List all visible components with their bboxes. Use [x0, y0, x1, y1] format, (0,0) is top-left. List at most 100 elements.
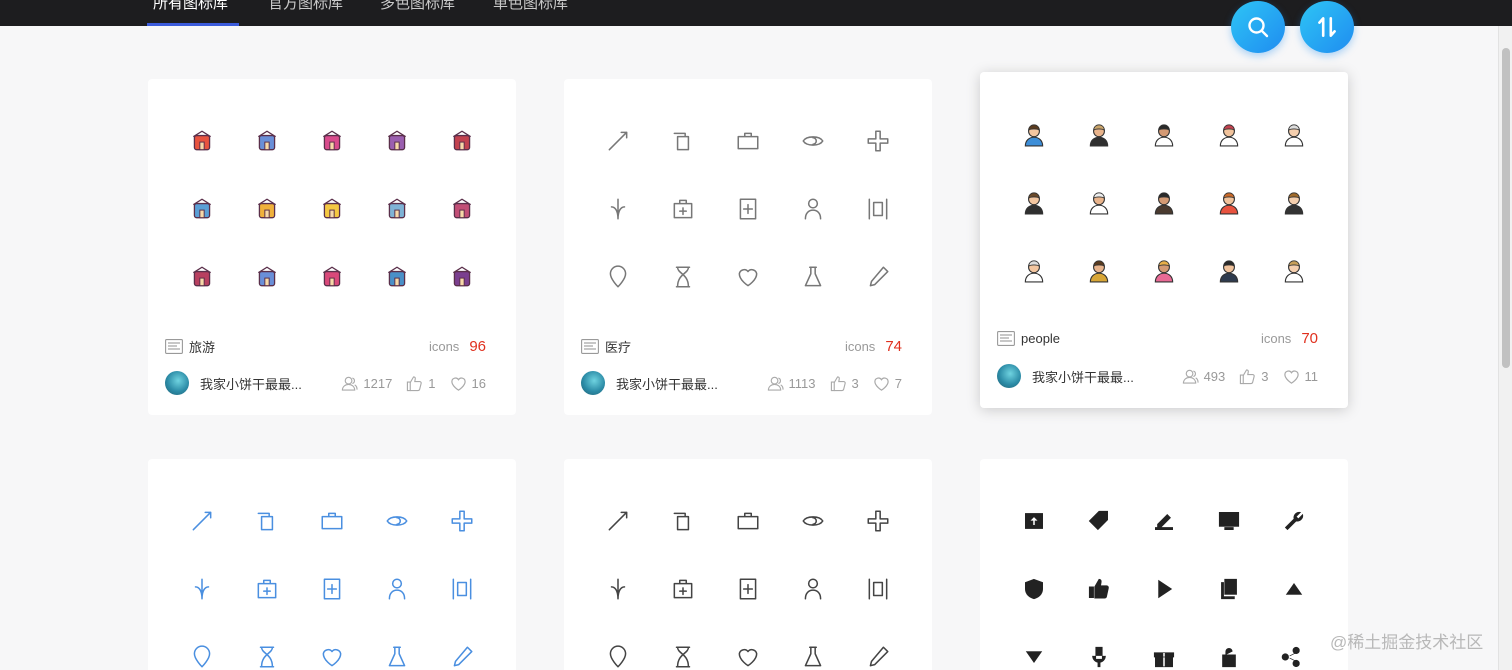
icon-cell[interactable]	[364, 243, 429, 311]
icon-cell[interactable]	[1002, 555, 1067, 623]
icon-cell[interactable]	[429, 623, 494, 670]
icon-cell[interactable]	[429, 487, 494, 555]
icon-cell[interactable]	[170, 175, 235, 243]
icon-cell[interactable]	[364, 623, 429, 670]
icon-cell[interactable]	[780, 243, 845, 311]
icon-cell[interactable]	[170, 555, 235, 623]
icon-cell[interactable]	[651, 623, 716, 670]
icon-cell[interactable]	[586, 175, 651, 243]
icon-cell[interactable]	[364, 107, 429, 175]
icon-cell[interactable]	[1261, 487, 1326, 555]
icon-cell[interactable]	[170, 623, 235, 670]
icon-cell[interactable]	[1261, 168, 1326, 236]
icon-cell[interactable]	[1196, 623, 1261, 670]
icon-cell[interactable]	[1196, 555, 1261, 623]
author-name[interactable]: 我家小饼干最最...	[1032, 367, 1134, 386]
favorites-stat[interactable]: 16	[450, 375, 486, 392]
icon-cell[interactable]	[586, 243, 651, 311]
icon-cell[interactable]	[586, 487, 651, 555]
icon-cell[interactable]	[235, 175, 300, 243]
icon-cell[interactable]	[1067, 555, 1132, 623]
icon-cell[interactable]	[586, 623, 651, 670]
icon-cell[interactable]	[170, 107, 235, 175]
library-name[interactable]: people	[1021, 331, 1060, 346]
icon-cell[interactable]	[1067, 168, 1132, 236]
library-name[interactable]: 医疗	[605, 337, 631, 356]
icon-cell[interactable]	[1261, 623, 1326, 670]
icon-cell[interactable]	[1132, 100, 1197, 168]
icon-cell[interactable]	[845, 555, 910, 623]
icon-cell[interactable]	[235, 243, 300, 311]
icon-cell[interactable]	[1132, 236, 1197, 304]
icon-cell[interactable]	[716, 107, 781, 175]
icon-cell[interactable]	[429, 175, 494, 243]
library-card-travel[interactable]: 旅游 icons 96 我家小饼干最最... 1217 1 16	[148, 79, 516, 415]
icon-cell[interactable]	[300, 175, 365, 243]
icon-cell[interactable]	[1002, 236, 1067, 304]
icon-cell[interactable]	[1196, 100, 1261, 168]
tab-monochrome-libraries[interactable]: 单色图标库	[493, 0, 568, 13]
icon-cell[interactable]	[1132, 168, 1197, 236]
favorites-stat[interactable]: 11	[1283, 368, 1318, 385]
icon-cell[interactable]	[1261, 236, 1326, 304]
icon-cell[interactable]	[300, 243, 365, 311]
icon-cell[interactable]	[364, 487, 429, 555]
library-card-blue-outline[interactable]	[148, 459, 516, 670]
icon-cell[interactable]	[429, 107, 494, 175]
tab-official-libraries[interactable]: 官方图标库	[268, 0, 343, 13]
icon-cell[interactable]	[1261, 555, 1326, 623]
icon-cell[interactable]	[780, 107, 845, 175]
icon-cell[interactable]	[1067, 236, 1132, 304]
icon-cell[interactable]	[1002, 100, 1067, 168]
scrollbar[interactable]	[1498, 26, 1512, 670]
icon-cell[interactable]	[716, 623, 781, 670]
icon-cell[interactable]	[780, 555, 845, 623]
icon-cell[interactable]	[1132, 487, 1197, 555]
icon-cell[interactable]	[845, 107, 910, 175]
icon-cell[interactable]	[429, 243, 494, 311]
icon-cell[interactable]	[716, 555, 781, 623]
icon-cell[interactable]	[429, 555, 494, 623]
likes-stat[interactable]: 1	[406, 375, 436, 392]
icon-cell[interactable]	[586, 555, 651, 623]
avatar[interactable]	[581, 371, 605, 395]
library-card-people[interactable]: people icons 70 我家小饼干最最... 493 3 11	[980, 72, 1348, 408]
icon-cell[interactable]	[364, 175, 429, 243]
icon-cell[interactable]	[651, 243, 716, 311]
icon-cell[interactable]	[1067, 623, 1132, 670]
icon-cell[interactable]	[235, 487, 300, 555]
sort-button[interactable]	[1300, 1, 1354, 53]
icon-cell[interactable]	[300, 623, 365, 670]
author-name[interactable]: 我家小饼干最最...	[616, 374, 718, 393]
icon-cell[interactable]	[235, 555, 300, 623]
likes-stat[interactable]: 3	[1239, 368, 1269, 385]
icon-cell[interactable]	[651, 487, 716, 555]
search-button[interactable]	[1231, 1, 1285, 53]
library-card-medical[interactable]: 医疗 icons 74 我家小饼干最最... 1113 3 7	[564, 79, 932, 415]
tab-all-libraries[interactable]: 所有图标库	[153, 0, 228, 13]
icon-cell[interactable]	[780, 175, 845, 243]
icon-cell[interactable]	[780, 623, 845, 670]
icon-cell[interactable]	[300, 487, 365, 555]
icon-cell[interactable]	[845, 243, 910, 311]
scrollbar-thumb[interactable]	[1502, 48, 1510, 368]
icon-cell[interactable]	[1002, 168, 1067, 236]
icon-cell[interactable]	[364, 555, 429, 623]
tab-multicolor-libraries[interactable]: 多色图标库	[380, 0, 455, 13]
icon-cell[interactable]	[1196, 487, 1261, 555]
icon-cell[interactable]	[1196, 168, 1261, 236]
icon-cell[interactable]	[1002, 487, 1067, 555]
icon-cell[interactable]	[716, 487, 781, 555]
icon-cell[interactable]	[1132, 623, 1197, 670]
icon-cell[interactable]	[235, 107, 300, 175]
library-name[interactable]: 旅游	[189, 337, 215, 356]
favorites-stat[interactable]: 7	[873, 375, 902, 392]
icon-cell[interactable]	[1196, 236, 1261, 304]
icon-cell[interactable]	[1261, 100, 1326, 168]
icon-cell[interactable]	[845, 623, 910, 670]
icon-cell[interactable]	[1067, 487, 1132, 555]
icon-cell[interactable]	[651, 555, 716, 623]
icon-cell[interactable]	[845, 487, 910, 555]
avatar[interactable]	[165, 371, 189, 395]
likes-stat[interactable]: 3	[830, 375, 859, 392]
